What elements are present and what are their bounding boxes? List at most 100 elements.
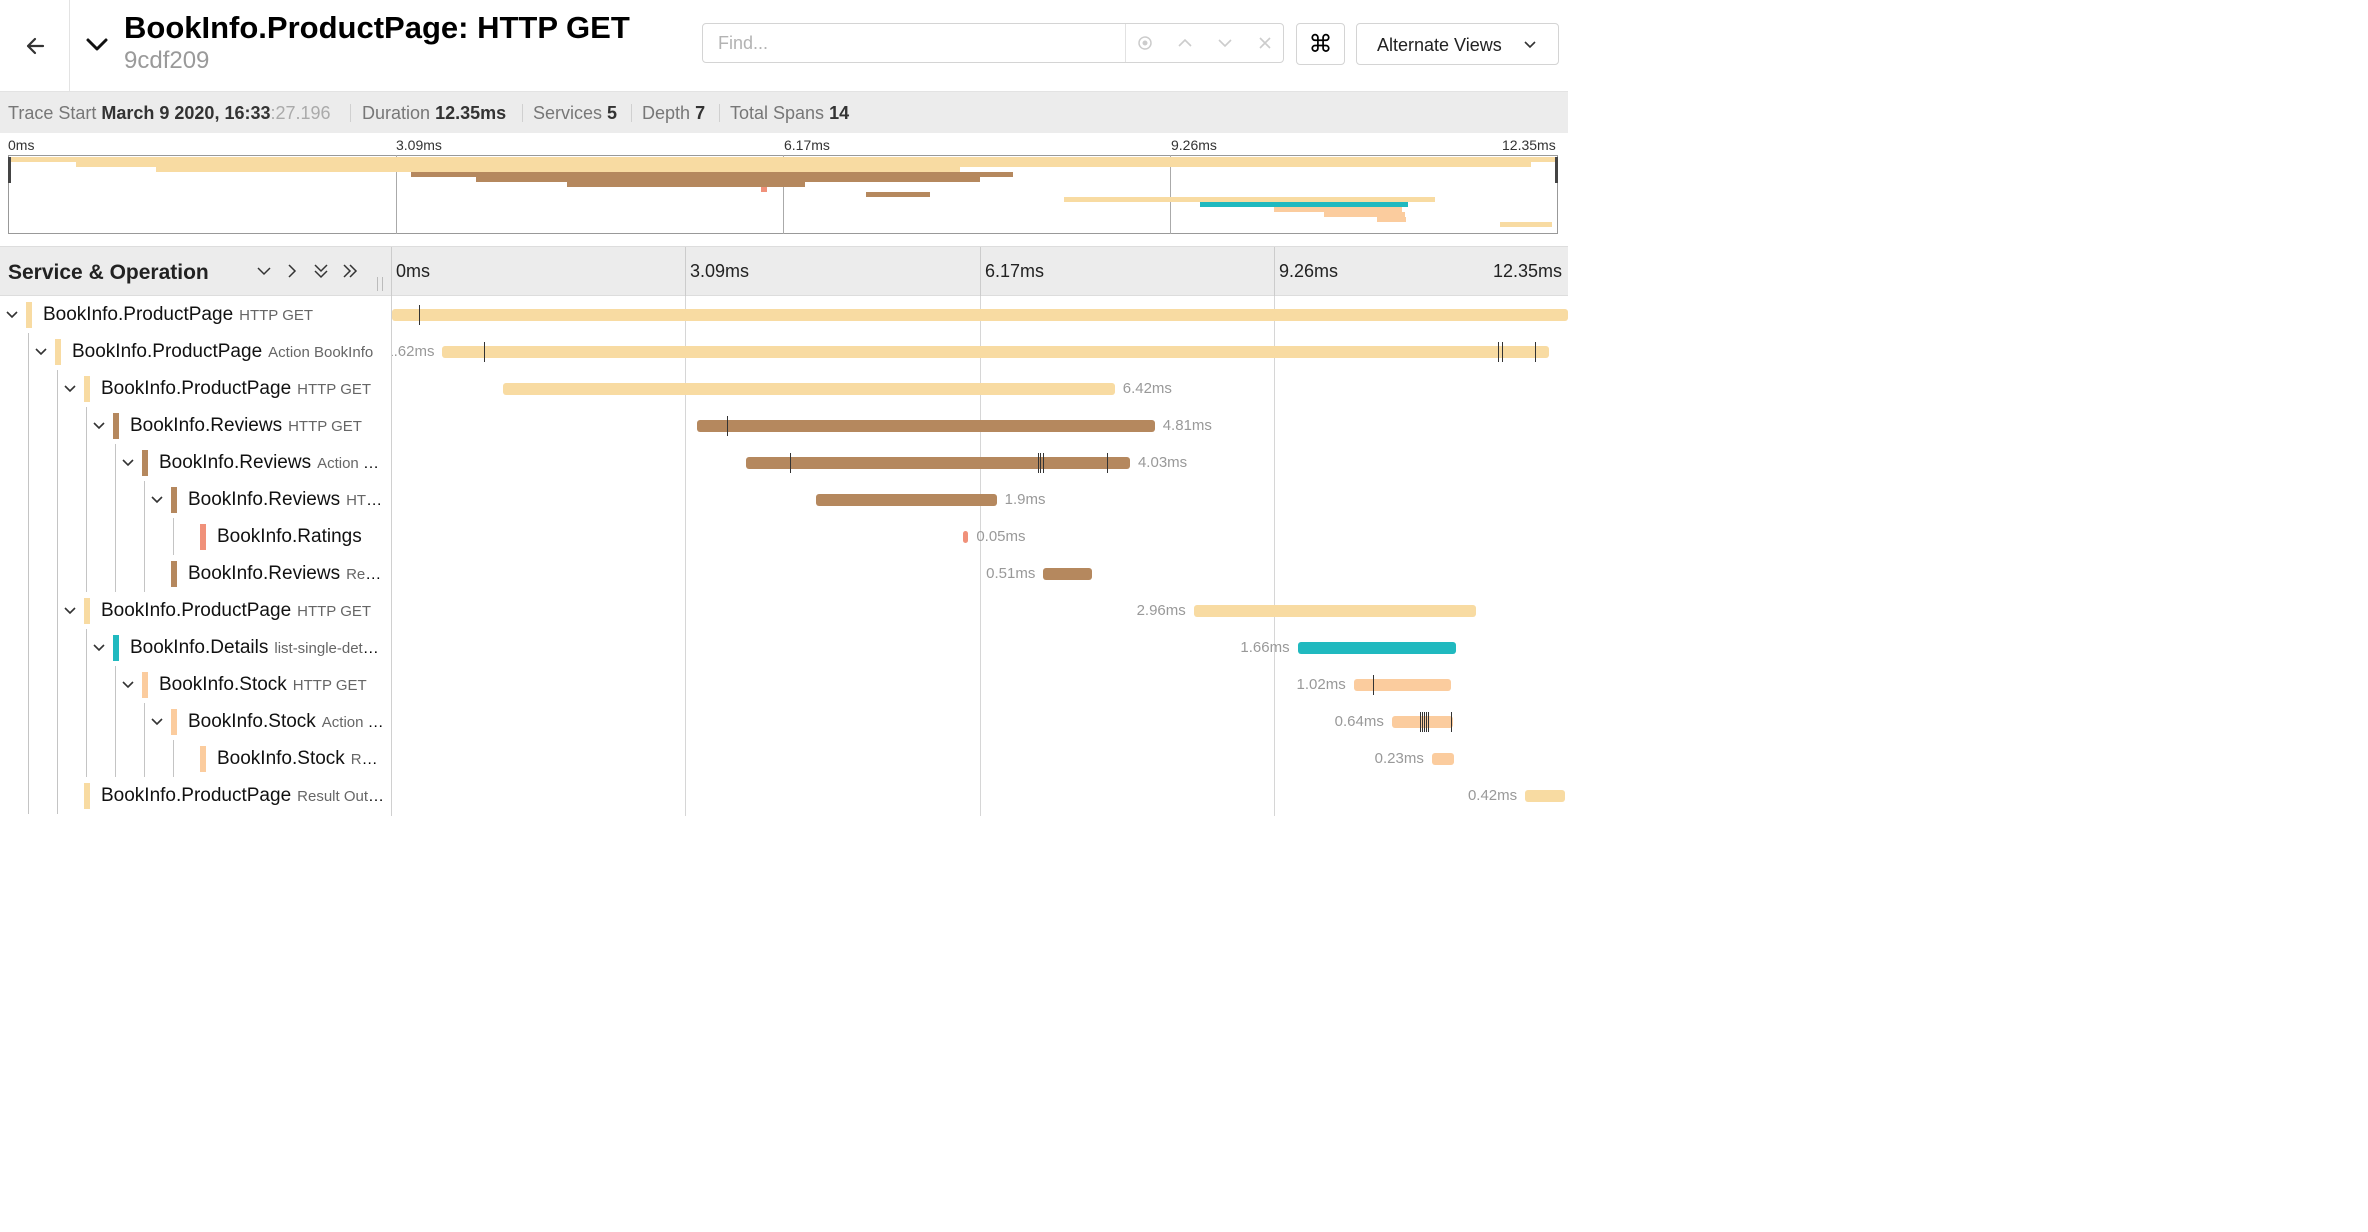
span-label[interactable]: BookInfo.Ratings [217, 526, 385, 548]
span-row[interactable]: BookInfo.Details list-single-details 1.66m… [0, 629, 1568, 666]
column-resizer[interactable] [377, 277, 383, 291]
clear-find-button[interactable] [1245, 24, 1285, 62]
span-toggle-button[interactable] [119, 453, 137, 471]
span-toggle-button[interactable] [61, 379, 79, 397]
span-label[interactable]: BookInfo.Stock Result [217, 748, 385, 770]
collapse-all-button[interactable] [311, 261, 331, 281]
span-label[interactable]: BookInfo.ProductPage HTTP GET [101, 600, 385, 622]
find-input[interactable] [703, 24, 1125, 62]
find-box [702, 23, 1284, 63]
operation-name: HTTP GET [239, 307, 314, 324]
span-toggle-button[interactable] [148, 712, 166, 730]
span-label[interactable]: BookInfo.Stock Action Stock [188, 711, 385, 733]
span-row[interactable]: BookInfo.Stock Action Stock 0.64ms [0, 703, 1568, 740]
span-label[interactable]: BookInfo.ProductPage Result Output [101, 785, 385, 807]
keyboard-shortcuts-button[interactable]: ⌘ [1296, 23, 1345, 65]
span-row[interactable]: BookInfo.Reviews HTTP GET 4.81ms [0, 407, 1568, 444]
span-bar[interactable] [442, 342, 1549, 362]
span-label[interactable]: BookInfo.ProductPage Action BookInfo [72, 341, 385, 363]
span-label[interactable]: BookInfo.Reviews HTTP GET [130, 415, 385, 437]
timeline-header: Service & Operation 0ms 3.09ms 6.17ms 9.… [0, 246, 1568, 297]
tree-guide-line [86, 518, 87, 555]
span-bar[interactable] [963, 531, 969, 543]
span-bar[interactable] [1353, 675, 1451, 695]
span-duration-label: 0.64ms [1334, 713, 1384, 730]
span-bar[interactable] [815, 494, 997, 506]
span-row[interactable]: BookInfo.Ratings 0.05ms [0, 518, 1568, 555]
services: Services 5 [533, 103, 617, 124]
span-bar[interactable] [696, 416, 1155, 436]
alternate-views-dropdown[interactable]: Alternate Views [1356, 23, 1559, 65]
span-bar[interactable] [1297, 642, 1456, 654]
span-label[interactable]: BookInfo.Reviews HTTP GET [188, 489, 385, 511]
span-row[interactable]: BookInfo.ProductPage HTTP GET 2.96ms [0, 592, 1568, 629]
span-row[interactable]: BookInfo.ProductPage HTTP GET 6.42ms [0, 370, 1568, 407]
span-toggle-button[interactable] [119, 675, 137, 693]
span-label[interactable]: BookInfo.Stock HTTP GET [159, 674, 385, 696]
span-row[interactable]: BookInfo.Reviews Result 0.51ms [0, 555, 1568, 592]
service-name: BookInfo.Ratings [217, 526, 362, 547]
span-toggle-button[interactable] [3, 305, 21, 323]
expand-all-button[interactable] [340, 261, 360, 281]
collapse-one-button[interactable] [254, 261, 274, 281]
span-toggle-button[interactable] [148, 490, 166, 508]
span-toggle-button[interactable] [90, 416, 108, 434]
span-row[interactable]: BookInfo.ProductPage Action BookInfo 11.62… [0, 333, 1568, 370]
span-label[interactable]: BookInfo.ProductPage HTTP GET [101, 378, 385, 400]
span-bar[interactable] [746, 453, 1130, 473]
service-operation-heading: Service & Operation [8, 261, 209, 284]
close-icon [1259, 37, 1271, 49]
span-label[interactable]: BookInfo.Details list-single-details [130, 637, 385, 659]
span-bar[interactable] [392, 305, 1568, 325]
tree-guide-line [115, 518, 116, 555]
span-log-marker [1107, 453, 1109, 473]
span-toggle-button[interactable] [90, 638, 108, 656]
collapse-trace-button[interactable] [80, 27, 114, 61]
span-bar[interactable] [1391, 712, 1453, 732]
span-row[interactable]: BookInfo.Reviews Action Reviews 4.03ms [0, 444, 1568, 481]
arrow-left-icon [26, 37, 44, 54]
expand-one-button[interactable] [282, 261, 302, 281]
services-label: Services [533, 103, 603, 123]
minimap-left-handle[interactable] [8, 157, 11, 183]
double-chevron-right-icon [343, 264, 358, 278]
tree-guide-line [57, 481, 58, 518]
tree-guide-line [86, 629, 87, 666]
span-bar[interactable] [503, 383, 1115, 395]
span-toggle-button[interactable] [61, 601, 79, 619]
services-value: 5 [607, 103, 618, 123]
span-row[interactable]: BookInfo.Stock HTTP GET 1.02ms [0, 666, 1568, 703]
span-label[interactable]: BookInfo.Reviews Action Reviews [159, 452, 385, 474]
span-toggle-button[interactable] [32, 342, 50, 360]
span-row[interactable]: BookInfo.Stock Result 0.23ms [0, 740, 1568, 777]
span-bar[interactable] [1431, 753, 1454, 765]
span-bar[interactable] [1043, 568, 1092, 580]
span-label[interactable]: BookInfo.ProductPage HTTP GET [43, 304, 385, 326]
tree-guide-line [86, 703, 87, 740]
operation-name: HTTP GET [297, 603, 372, 620]
minimap-right-handle[interactable] [1555, 157, 1558, 183]
span-bar[interactable] [1193, 605, 1476, 617]
prev-match-button[interactable] [1165, 24, 1205, 62]
minimap-tick-label: 6.17ms [784, 137, 830, 153]
chevron-up-icon [1178, 38, 1192, 47]
trace-start-label: Trace Start [8, 103, 97, 123]
span-row[interactable]: BookInfo.Reviews HTTP GET 1.9ms [0, 481, 1568, 518]
operation-name: HTTP GET [297, 381, 372, 398]
tree-guide-line [28, 666, 29, 703]
tree-guide-line [28, 629, 29, 666]
chevron-down-icon [1218, 39, 1232, 48]
divider [522, 104, 523, 122]
back-button[interactable] [0, 0, 70, 91]
service-name: BookInfo.Reviews [130, 415, 283, 436]
focus-matches-button[interactable] [1125, 24, 1165, 62]
span-bar[interactable] [1525, 790, 1566, 802]
minimap-span-bar [567, 182, 805, 187]
span-label[interactable]: BookInfo.Reviews Result [188, 563, 385, 585]
span-duration-label: 4.81ms [1162, 417, 1212, 434]
trace-summary-bar: Trace Start March 9 2020, 16:33:27.196 D… [0, 92, 1568, 133]
span-row[interactable]: BookInfo.ProductPage Result Output 0.42ms [0, 777, 1568, 814]
next-match-button[interactable] [1205, 24, 1245, 62]
span-row[interactable]: BookInfo.ProductPage HTTP GET [0, 296, 1568, 333]
chevron-down-icon [122, 681, 134, 689]
